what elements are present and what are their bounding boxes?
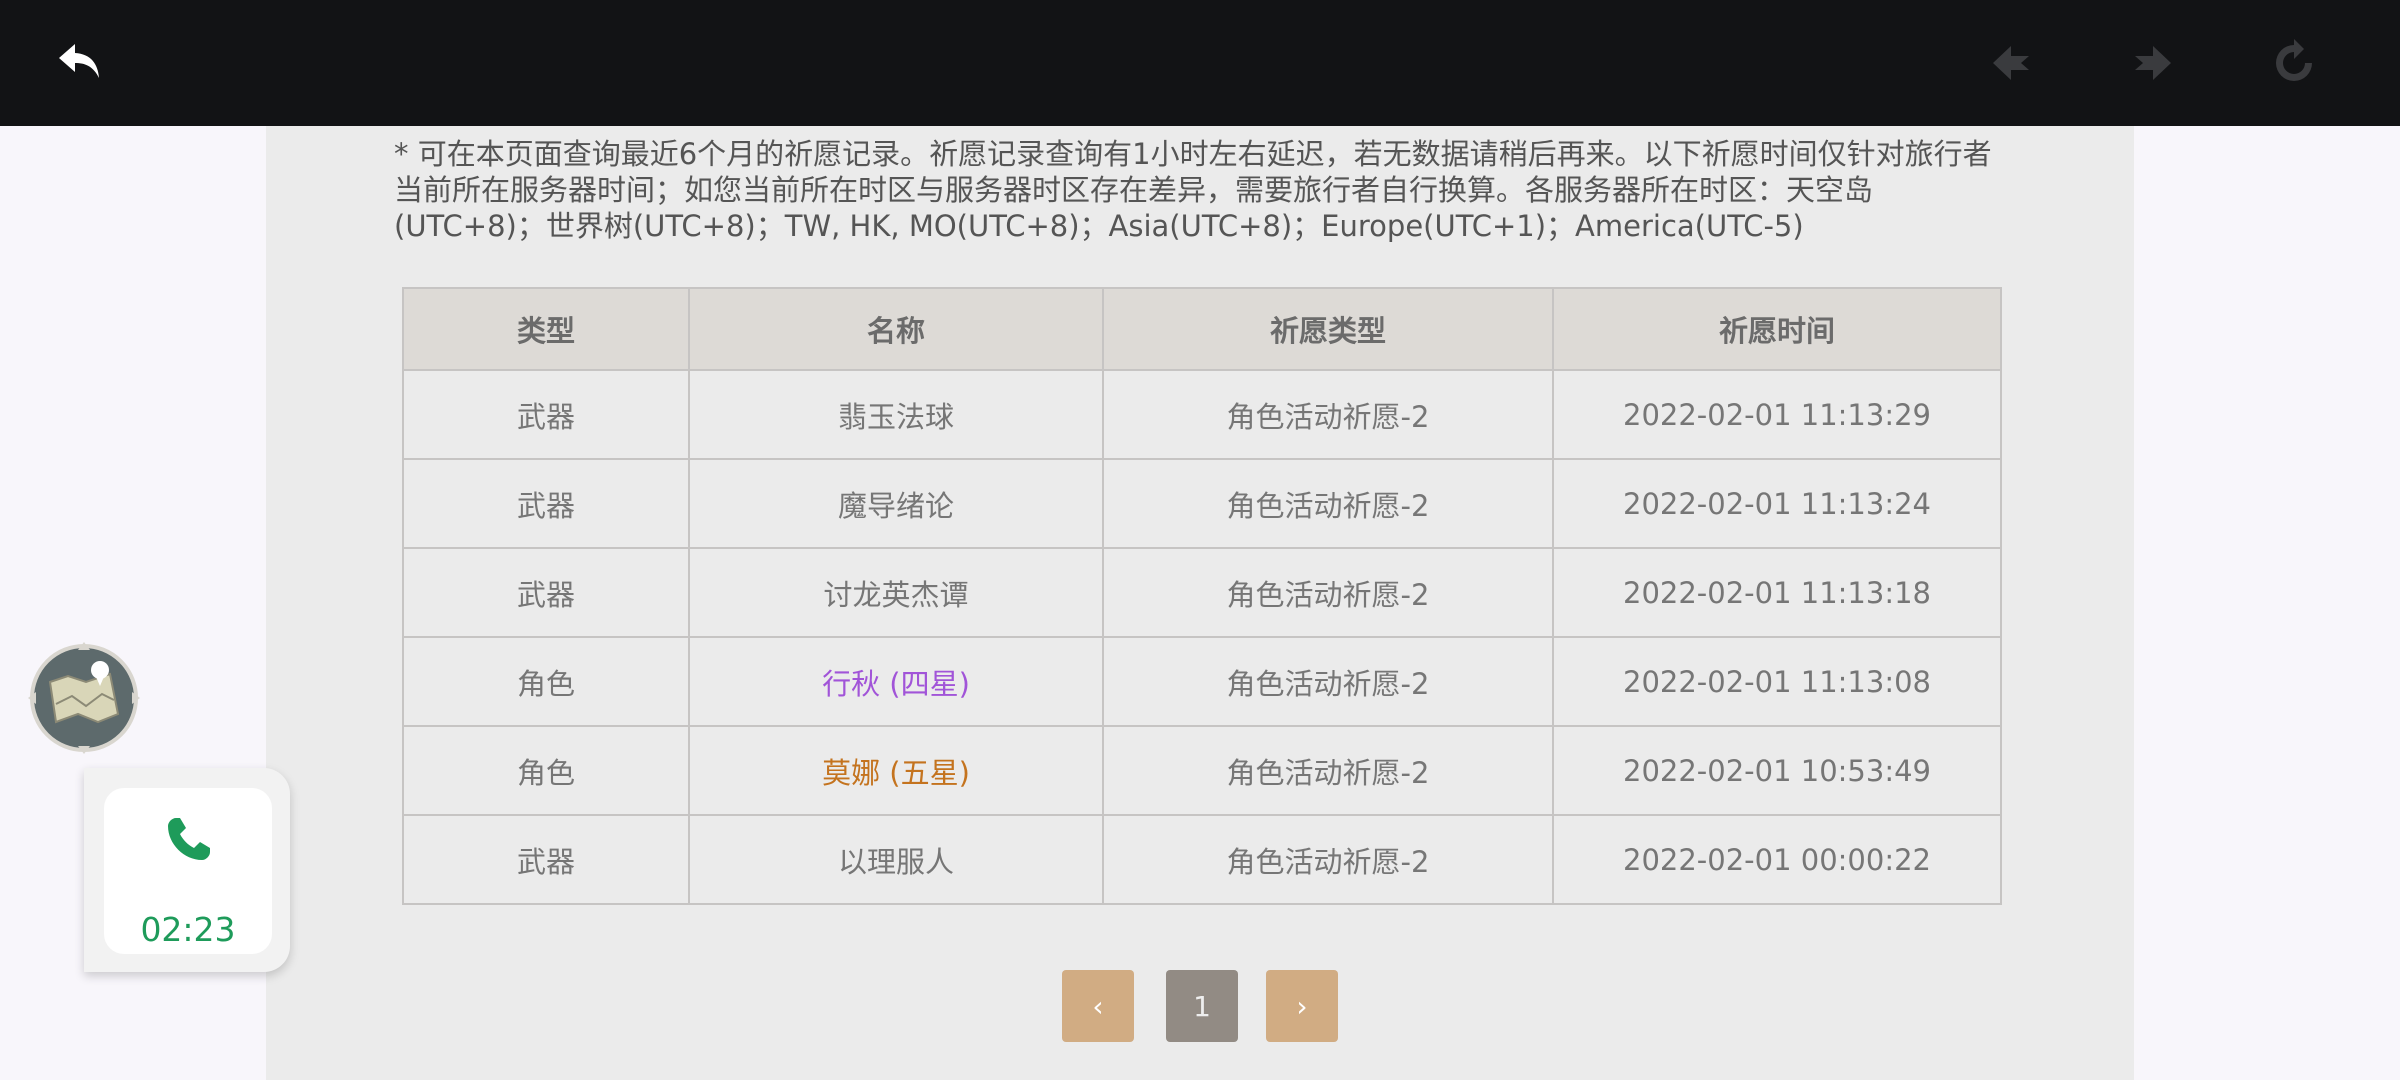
table-header-row: 类型 名称 祈愿类型 祈愿时间 (402, 287, 2002, 371)
cell-wish-type: 角色活动祈愿-2 (1102, 636, 1554, 727)
wish-records-table: 类型 名称 祈愿类型 祈愿时间 武器 翡玉法球 角色活动祈愿-2 2022-02… (402, 287, 2002, 905)
cell-type: 武器 (402, 547, 690, 638)
header-type: 类型 (402, 287, 690, 371)
table-row: 武器 讨龙英杰谭 角色活动祈愿-2 2022-02-01 11:13:18 (402, 547, 2002, 638)
cell-name: 以理服人 (688, 814, 1104, 905)
prev-page-button[interactable]: ‹ (1062, 970, 1134, 1042)
table-row: 角色 行秋 (四星) 角色活动祈愿-2 2022-02-01 11:13:08 (402, 636, 2002, 727)
cell-name: 行秋 (四星) (688, 636, 1104, 727)
cell-time: 2022-02-01 10:53:49 (1552, 725, 2002, 816)
header-name: 名称 (688, 287, 1104, 371)
nav-next-icon[interactable] (2122, 33, 2182, 93)
nav-prev-icon[interactable] (1982, 33, 2042, 93)
table-row: 武器 以理服人 角色活动祈愿-2 2022-02-01 00:00:22 (402, 814, 2002, 905)
top-bar (0, 0, 2400, 126)
cell-type: 武器 (402, 814, 690, 905)
map-icon[interactable] (28, 642, 140, 754)
cell-type: 角色 (402, 636, 690, 727)
cell-name: 讨龙英杰谭 (688, 547, 1104, 638)
cell-wish-type: 角色活动祈愿-2 (1102, 814, 1554, 905)
cell-time: 2022-02-01 11:13:29 (1552, 369, 2002, 460)
call-widget[interactable]: 02:23 (84, 768, 290, 972)
chevron-right-icon: › (1296, 989, 1308, 1023)
cell-time: 2022-02-01 11:13:24 (1552, 458, 2002, 549)
wish-history-page: * 可在本页面查询最近6个月的祈愿记录。祈愿记录查询有1小时左右延迟，若无数据请… (266, 126, 2134, 1080)
cell-time: 2022-02-01 11:13:18 (1552, 547, 2002, 638)
table-row: 武器 翡玉法球 角色活动祈愿-2 2022-02-01 11:13:29 (402, 369, 2002, 460)
phone-icon (168, 818, 210, 860)
cell-name: 莫娜 (五星) (688, 725, 1104, 816)
cell-type: 武器 (402, 458, 690, 549)
cell-wish-type: 角色活动祈愿-2 (1102, 547, 1554, 638)
cell-time: 2022-02-01 11:13:08 (1552, 636, 2002, 727)
cell-wish-type: 角色活动祈愿-2 (1102, 369, 1554, 460)
page-number-button[interactable]: 1 (1166, 970, 1238, 1042)
refresh-icon[interactable] (2264, 33, 2324, 93)
header-wish-time: 祈愿时间 (1552, 287, 2002, 371)
next-page-button[interactable]: › (1266, 970, 1338, 1042)
notice-text: * 可在本页面查询最近6个月的祈愿记录。祈愿记录查询有1小时左右延迟，若无数据请… (394, 137, 1992, 243)
chevron-left-icon: ‹ (1092, 989, 1104, 1023)
call-duration: 02:23 (140, 910, 236, 949)
cell-wish-type: 角色活动祈愿-2 (1102, 458, 1554, 549)
call-card[interactable]: 02:23 (104, 788, 272, 954)
cell-name: 魔导绪论 (688, 458, 1104, 549)
cell-wish-type: 角色活动祈愿-2 (1102, 725, 1554, 816)
cell-type: 角色 (402, 725, 690, 816)
table-row: 角色 莫娜 (五星) 角色活动祈愿-2 2022-02-01 10:53:49 (402, 725, 2002, 816)
cell-time: 2022-02-01 00:00:22 (1552, 814, 2002, 905)
back-arrow-icon[interactable] (50, 33, 110, 93)
table-row: 武器 魔导绪论 角色活动祈愿-2 2022-02-01 11:13:24 (402, 458, 2002, 549)
cell-type: 武器 (402, 369, 690, 460)
cell-name: 翡玉法球 (688, 369, 1104, 460)
header-wish-type: 祈愿类型 (1102, 287, 1554, 371)
